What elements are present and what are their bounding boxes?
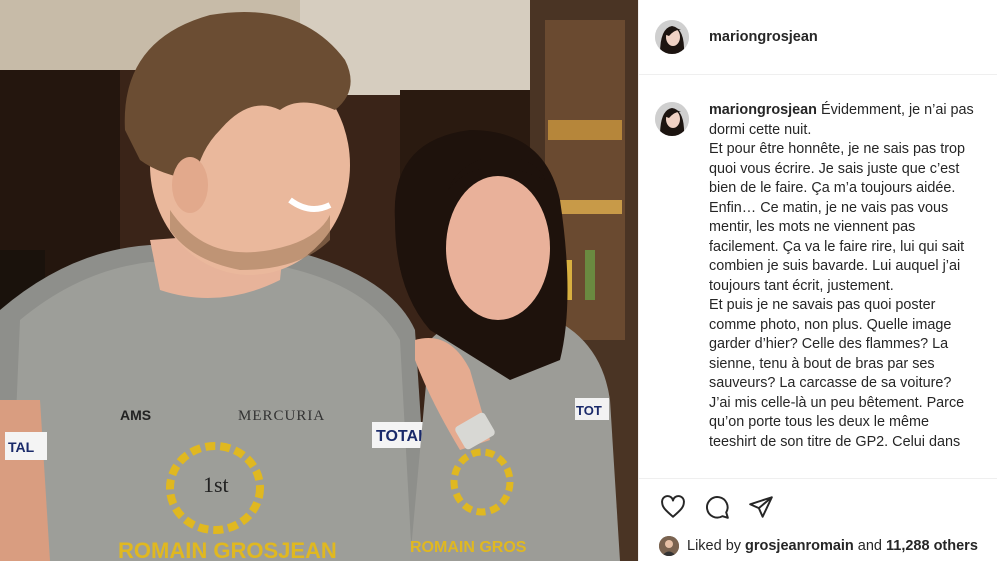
caption-scroll-area[interactable]: mariongrosjean Évidemment, je n’ai pas d… (639, 76, 997, 478)
avatar-image (659, 536, 679, 556)
comment-icon (706, 495, 729, 519)
comment-button[interactable] (697, 487, 737, 527)
post-header: mariongrosjean (639, 0, 997, 75)
svg-text:ROMAIN GROS: ROMAIN GROS (410, 539, 527, 556)
header-username[interactable]: mariongrosjean (709, 29, 818, 45)
shirt-position-text: 1st (203, 472, 229, 497)
shirt-total-right: TOTAL (376, 428, 428, 445)
heart-icon (661, 494, 685, 518)
liker-avatar[interactable] (659, 536, 679, 556)
svg-text:TAL: TAL (8, 439, 35, 455)
liked-and-label: and (857, 538, 882, 554)
instagram-post: AMS MERCURIA TOTAL TAL 1st ROMAIN GROSJE… (0, 0, 997, 561)
svg-text:TOT: TOT (576, 403, 602, 418)
caption: mariongrosjean Évidemment, je n’ai pas d… (639, 76, 997, 452)
like-button[interactable] (653, 487, 693, 527)
caption-avatar[interactable] (655, 102, 689, 136)
caption-username[interactable]: mariongrosjean (709, 102, 817, 118)
caption-text: mariongrosjean Évidemment, je n’ai pas d… (709, 101, 979, 452)
likes-count[interactable]: 11,288 others (886, 538, 978, 554)
shirt-sponsor-text: MERCURIA (238, 408, 325, 424)
avatar-image (655, 20, 689, 54)
actions-bar: Liked by grosjeanromain and 11,288 other… (639, 478, 997, 561)
profile-avatar[interactable] (655, 20, 689, 54)
liker-username[interactable]: grosjeanromain (745, 538, 854, 554)
shirt-name-text: ROMAIN GROSJEAN (118, 538, 337, 561)
post-photo[interactable]: AMS MERCURIA TOTAL TAL 1st ROMAIN GROSJE… (0, 0, 638, 561)
caption-body: Évidemment, je n’ai pas dormi cette nuit… (709, 102, 974, 450)
photo-illustration: AMS MERCURIA TOTAL TAL 1st ROMAIN GROSJE… (0, 0, 638, 561)
share-icon (749, 495, 773, 518)
likes-line: Liked by grosjeanromain and 11,288 other… (639, 534, 997, 558)
share-button[interactable] (741, 487, 781, 527)
avatar-image (655, 102, 689, 136)
post-panel: mariongrosjean mariongrosjean Évidemment… (638, 0, 997, 561)
shirt-ams-text: AMS (120, 407, 151, 423)
liked-by-label: Liked by (687, 538, 742, 554)
